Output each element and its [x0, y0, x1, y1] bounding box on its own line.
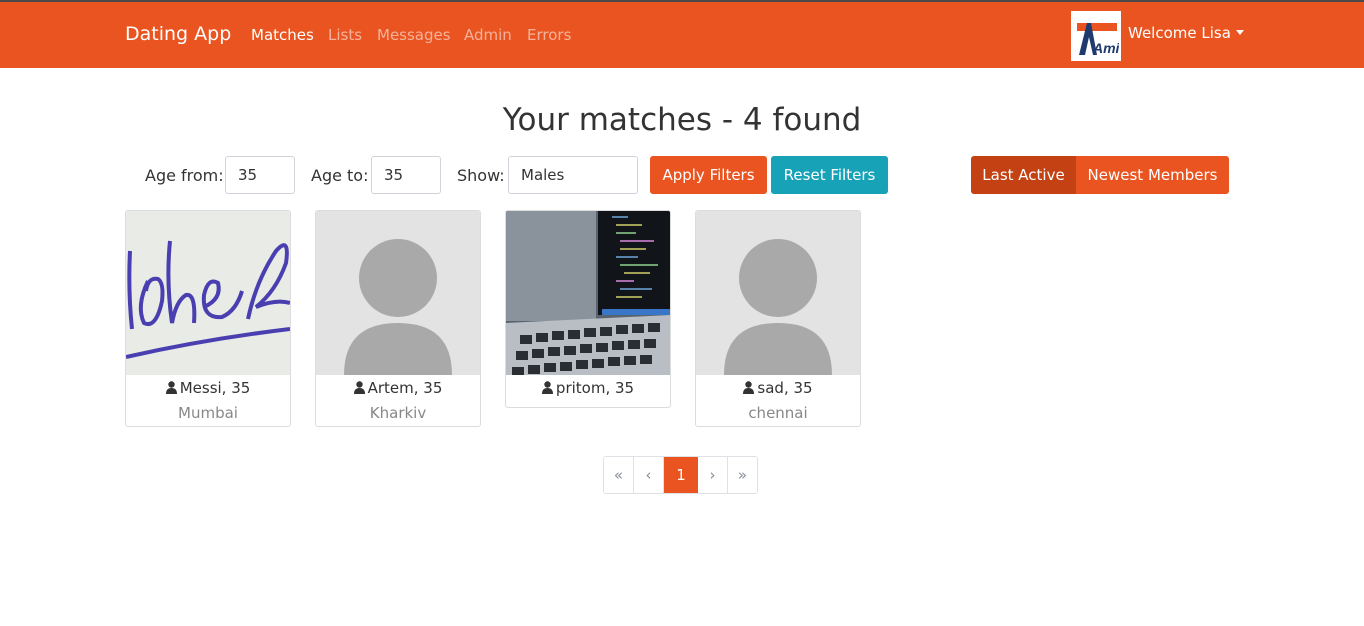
nav-lists[interactable]: Lists: [328, 26, 362, 44]
reset-filters-button[interactable]: Reset Filters: [771, 156, 888, 194]
member-name-text: pritom, 35: [555, 379, 635, 397]
user-icon: [165, 381, 177, 394]
nav-admin[interactable]: Admin: [464, 26, 512, 44]
age-from-input[interactable]: [225, 156, 295, 194]
apply-filters-button[interactable]: Apply Filters: [650, 156, 767, 194]
member-card[interactable]: Artem, 35 Kharkiv: [315, 210, 481, 427]
member-photo[interactable]: [696, 211, 860, 375]
page-next-button[interactable]: ›: [698, 457, 728, 493]
page-last-button[interactable]: »: [728, 457, 757, 493]
navbar: Dating App Matches Lists Messages Admin …: [0, 2, 1364, 68]
welcome-text: Welcome Lisa: [1128, 24, 1231, 42]
nav-matches[interactable]: Matches: [251, 26, 314, 44]
page-prev-button[interactable]: ‹: [634, 457, 664, 493]
default-avatar-icon: [316, 211, 480, 375]
page-first-button[interactable]: «: [604, 457, 634, 493]
page-title: Your matches - 4 found: [502, 102, 862, 138]
member-photo[interactable]: [506, 211, 670, 375]
user-avatar[interactable]: Amir: [1071, 11, 1121, 61]
avatar-logo-text: Amir: [1092, 40, 1119, 56]
sort-newest-button[interactable]: Newest Members: [1076, 156, 1229, 194]
user-icon: [743, 381, 755, 394]
member-card[interactable]: pritom, 35: [505, 210, 671, 408]
member-name: pritom, 35: [506, 379, 670, 399]
member-card[interactable]: sad, 35 chennai: [695, 210, 861, 427]
user-icon: [353, 381, 365, 394]
member-name: Artem, 35: [316, 379, 480, 399]
member-city: Kharkiv: [369, 404, 427, 422]
age-to-input[interactable]: [371, 156, 441, 194]
page-current-button[interactable]: 1: [664, 457, 698, 493]
nav-errors[interactable]: Errors: [527, 26, 571, 44]
avatar-logo-icon: Amir: [1073, 13, 1119, 59]
default-avatar-icon: [696, 211, 860, 375]
member-name-text: Artem, 35: [367, 379, 443, 397]
gender-select-value: Males: [521, 166, 565, 184]
laptop-code-photo-icon: [506, 211, 670, 375]
handwriting-photo-icon: [126, 211, 290, 375]
member-city: chennai: [748, 404, 808, 422]
gender-select[interactable]: Males: [508, 156, 638, 194]
sort-last-active-button[interactable]: Last Active: [971, 156, 1076, 194]
member-city: Mumbai: [178, 404, 238, 422]
member-photo[interactable]: [126, 211, 290, 375]
brand-link[interactable]: Dating App: [125, 23, 231, 45]
card-spacer: [506, 399, 670, 407]
member-name: sad, 35: [696, 379, 860, 399]
welcome-dropdown[interactable]: Welcome Lisa: [1128, 24, 1244, 42]
pagination: « ‹ 1 › »: [603, 456, 758, 494]
member-name-text: sad, 35: [757, 379, 813, 397]
member-card[interactable]: Messi, 35 Mumbai: [125, 210, 291, 427]
caret-down-icon: [1235, 30, 1244, 35]
age-from-label: Age from:: [145, 166, 224, 185]
user-icon: [541, 381, 553, 394]
nav-messages[interactable]: Messages: [377, 26, 451, 44]
member-name-text: Messi, 35: [179, 379, 251, 397]
show-label: Show:: [457, 166, 505, 185]
member-photo[interactable]: [316, 211, 480, 375]
member-name: Messi, 35: [126, 379, 290, 399]
age-to-label: Age to:: [311, 166, 369, 185]
